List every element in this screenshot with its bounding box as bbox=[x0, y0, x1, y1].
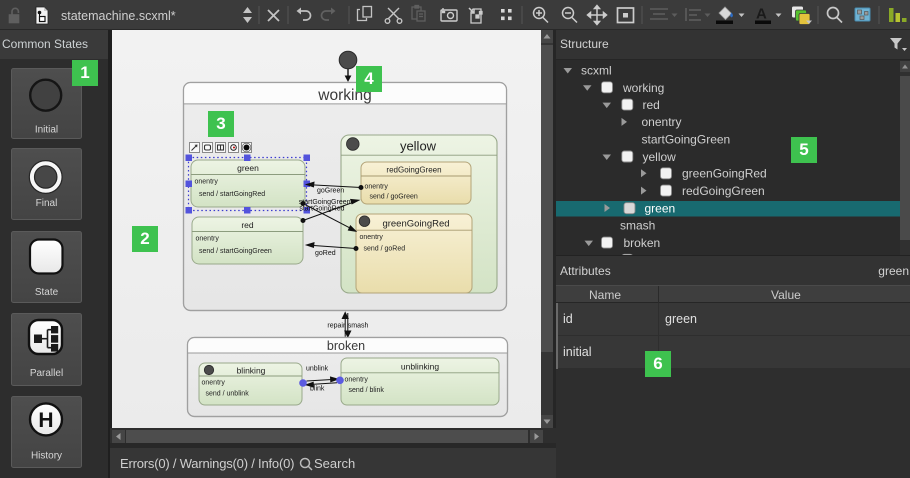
svg-text:send / goRed: send / goRed bbox=[364, 246, 406, 253]
svg-text:broken: broken bbox=[624, 236, 661, 250]
svg-text:green: green bbox=[237, 163, 259, 173]
svg-text:statemachine.scxml*: statemachine.scxml* bbox=[61, 9, 176, 23]
svg-text:onentry: onentry bbox=[365, 184, 389, 191]
svg-text:blinking: blinking bbox=[237, 366, 266, 376]
svg-text:yellow: yellow bbox=[643, 150, 677, 164]
svg-text:Initial: Initial bbox=[35, 125, 58, 136]
svg-text:startGoingGreen: startGoingGreen bbox=[642, 133, 731, 147]
svg-text:goRed: goRed bbox=[315, 250, 336, 257]
svg-text:send / startGoingRed: send / startGoingRed bbox=[199, 191, 265, 198]
svg-text:onentry: onentry bbox=[202, 380, 226, 387]
svg-text:unblinking: unblinking bbox=[401, 362, 440, 372]
svg-text:send / goGreen: send / goGreen bbox=[370, 194, 418, 201]
svg-text:Final: Final bbox=[36, 198, 58, 209]
svg-text:smash: smash bbox=[348, 323, 369, 330]
svg-text:onentry: onentry bbox=[196, 236, 220, 243]
svg-text:State: State bbox=[35, 287, 59, 298]
svg-text:redGoingGreen: redGoingGreen bbox=[386, 166, 441, 175]
svg-text:scxml: scxml bbox=[581, 64, 612, 78]
svg-text:A: A bbox=[756, 6, 767, 23]
svg-text:yellow: yellow bbox=[400, 139, 437, 154]
svg-text:send / blink: send / blink bbox=[349, 387, 385, 394]
svg-text:onentry: onentry bbox=[195, 179, 219, 186]
svg-text:onentry: onentry bbox=[642, 115, 682, 129]
svg-text:red: red bbox=[643, 98, 660, 112]
svg-text:blink: blink bbox=[310, 386, 325, 393]
svg-text:unblink: unblink bbox=[306, 366, 329, 373]
svg-text:H: H bbox=[38, 409, 53, 432]
svg-text:red: red bbox=[241, 220, 254, 230]
svg-text:send / startGoingGreen: send / startGoingGreen bbox=[199, 248, 272, 255]
svg-text:redGoingGreen: redGoingGreen bbox=[682, 184, 765, 198]
svg-text:Parallel: Parallel bbox=[30, 368, 63, 379]
svg-text:smash: smash bbox=[620, 219, 655, 233]
svg-text:repair: repair bbox=[327, 323, 346, 330]
svg-text:greenGoingRed: greenGoingRed bbox=[682, 167, 767, 181]
svg-text:working: working bbox=[622, 81, 664, 95]
svg-text:History: History bbox=[31, 451, 62, 462]
svg-text:broken: broken bbox=[327, 339, 365, 353]
svg-text:goGreen: goGreen bbox=[317, 188, 344, 195]
svg-text:startGoingRed: startGoingRed bbox=[299, 206, 344, 213]
svg-text:send / unblink: send / unblink bbox=[206, 391, 250, 398]
svg-text:onentry: onentry bbox=[360, 234, 384, 241]
svg-text:onentry: onentry bbox=[345, 377, 369, 384]
svg-text:greenGoingRed: greenGoingRed bbox=[382, 219, 449, 230]
svg-text:green: green bbox=[645, 202, 676, 216]
